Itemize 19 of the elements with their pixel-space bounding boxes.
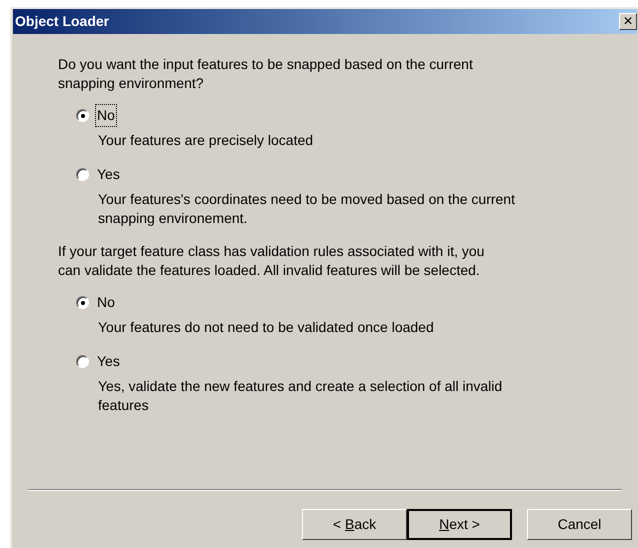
option-description: Your features do not need to be validated once loaded: [97, 318, 435, 337]
radio-button[interactable]: [76, 354, 89, 368]
option-description: Yes, validate the new features and create a selection of all invalid features: [97, 377, 504, 415]
radio-label[interactable]: No: [96, 104, 116, 126]
close-button[interactable]: ×: [619, 13, 637, 30]
window-title: Object Loader: [15, 12, 110, 31]
option-description: Your features are precisely located: [97, 131, 314, 150]
question-text: Do you want the input features to be snapped based on the current snapping environment?: [58, 55, 474, 93]
option-description: Your features's coordinates need to be moved based on the current snapping environement.: [97, 190, 516, 228]
radio-button[interactable]: [76, 108, 89, 122]
radio-button[interactable]: [76, 296, 89, 308]
wizard-button[interactable]: < Back: [302, 509, 407, 540]
radio-label[interactable]: No: [96, 292, 116, 312]
question-text: If your target feature class has validation rules associated with it, you can validate the features loaded. All invalid features will be selected.: [58, 242, 486, 280]
wizard-button[interactable]: Next >: [407, 509, 512, 540]
radio-label[interactable]: Yes: [96, 350, 121, 372]
radio-label[interactable]: Yes: [96, 164, 121, 184]
wizard-button[interactable]: Cancel: [527, 509, 632, 540]
radio-button[interactable]: [76, 168, 89, 180]
